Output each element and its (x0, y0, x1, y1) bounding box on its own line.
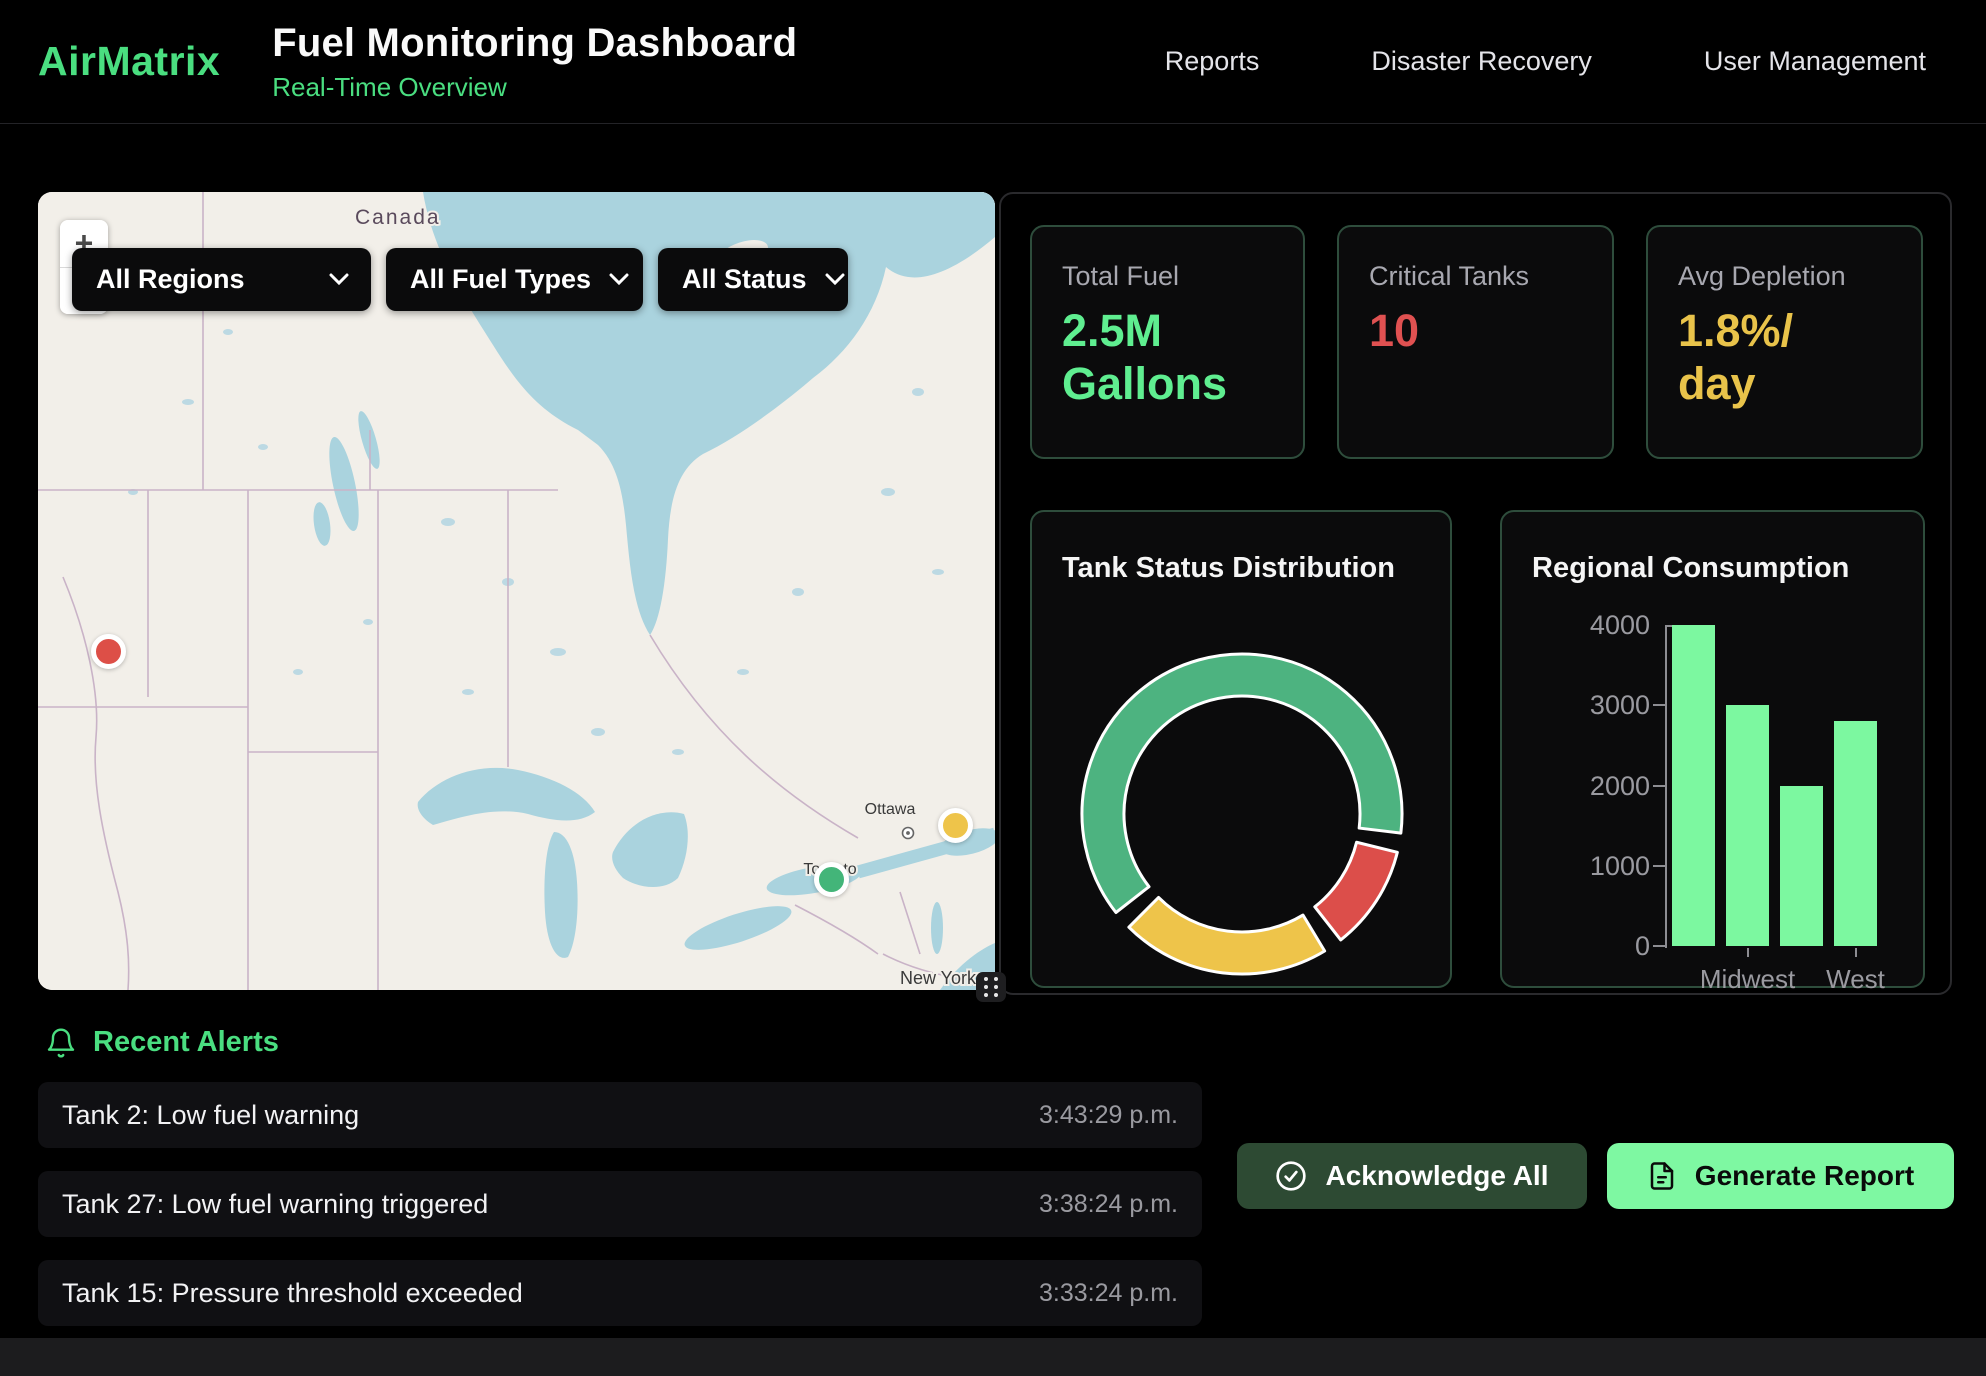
tank-map[interactable]: Canada Ottawa Toronto New York + − All R… (38, 192, 995, 990)
regional-consumption-card: Regional Consumption 01000200030004000Mi… (1500, 510, 1925, 988)
region-filter-value: All Regions (96, 264, 245, 295)
alerts-title: Recent Alerts (93, 1026, 279, 1059)
bar-region-2 (1726, 705, 1769, 946)
y-axis-line (1665, 625, 1667, 948)
page-subtitle: Real-Time Overview (272, 72, 797, 103)
map-label-newyork: New York (900, 968, 977, 988)
bar-region-4 (1834, 721, 1877, 946)
chevron-down-icon (329, 273, 349, 286)
stat-label: Total Fuel (1062, 261, 1273, 292)
stat-card-total-fuel: Total Fuel 2.5M Gallons (1030, 225, 1305, 459)
chevron-down-icon (825, 273, 845, 286)
x-tick-mark (1747, 948, 1749, 957)
map-resize-handle[interactable] (976, 972, 1006, 1002)
acknowledge-all-label: Acknowledge All (1325, 1160, 1548, 1192)
main-nav: Reports Disaster Recovery User Managemen… (1165, 46, 1926, 77)
x-tick-label: Midwest (1700, 964, 1795, 995)
title-block: Fuel Monitoring Dashboard Real-Time Over… (272, 21, 797, 103)
stat-label: Avg Depletion (1678, 261, 1891, 292)
donut-segment-warning (1129, 897, 1325, 974)
y-tick-label: 4000 (1510, 610, 1650, 641)
regional-consumption-bar-chart: 01000200030004000MidwestWest (1502, 512, 1927, 990)
region-filter-dropdown[interactable]: All Regions (72, 248, 371, 311)
alert-time: 3:33:24 p.m. (1039, 1279, 1178, 1308)
alert-row[interactable]: Tank 2: Low fuel warning 3:43:29 p.m. (38, 1082, 1202, 1148)
tank-marker-normal[interactable] (814, 862, 849, 897)
y-tick-mark (1653, 785, 1665, 787)
alert-time: 3:43:29 p.m. (1039, 1101, 1178, 1130)
stat-card-avg-depletion: Avg Depletion 1.8%/ day (1646, 225, 1923, 459)
nav-disaster-recovery[interactable]: Disaster Recovery (1371, 46, 1592, 77)
tank-marker-warning[interactable] (938, 808, 973, 843)
x-tick-mark (1855, 948, 1857, 957)
y-tick-mark (1653, 865, 1665, 867)
alert-time: 3:38:24 p.m. (1039, 1190, 1178, 1219)
check-circle-icon (1275, 1160, 1307, 1192)
nav-user-management[interactable]: User Management (1704, 46, 1926, 77)
acknowledge-all-button[interactable]: Acknowledge All (1237, 1143, 1587, 1209)
tank-status-donut-chart (1032, 512, 1454, 990)
donut-segment-critical (1315, 842, 1398, 940)
alerts-header: Recent Alerts (45, 1026, 279, 1059)
brand-logo: AirMatrix (38, 38, 220, 85)
alert-text: Tank 2: Low fuel warning (62, 1100, 359, 1131)
alert-text: Tank 27: Low fuel warning triggered (62, 1189, 488, 1220)
map-canvas: Canada Ottawa Toronto New York (38, 192, 995, 990)
chevron-down-icon (609, 273, 629, 286)
status-filter-value: All Status (682, 264, 807, 295)
bottom-bar (0, 1338, 1986, 1376)
fuel-monitoring-dashboard: AirMatrix Fuel Monitoring Dashboard Real… (0, 0, 1986, 1376)
bar-region-3 (1780, 786, 1823, 947)
alert-row[interactable]: Tank 27: Low fuel warning triggered 3:38… (38, 1171, 1202, 1237)
fuel-type-filter-dropdown[interactable]: All Fuel Types (386, 248, 643, 311)
map-label-ottawa: Ottawa (865, 801, 916, 818)
y-tick-label: 2000 (1510, 771, 1650, 802)
generate-report-button[interactable]: Generate Report (1607, 1143, 1954, 1209)
document-icon (1647, 1161, 1677, 1191)
tank-status-distribution-card: Tank Status Distribution (1030, 510, 1452, 988)
header: AirMatrix Fuel Monitoring Dashboard Real… (0, 0, 1986, 124)
x-tick-label: West (1826, 964, 1885, 995)
alert-text: Tank 15: Pressure threshold exceeded (62, 1278, 523, 1309)
nav-reports[interactable]: Reports (1165, 46, 1260, 77)
stat-value: 10 (1369, 304, 1582, 357)
stat-value: 2.5M Gallons (1062, 304, 1273, 410)
fuel-type-filter-value: All Fuel Types (410, 264, 591, 295)
map-filters: All Regions All Fuel Types All Status (72, 248, 848, 311)
page-title: Fuel Monitoring Dashboard (272, 21, 797, 66)
status-filter-dropdown[interactable]: All Status (658, 248, 848, 311)
alert-row[interactable]: Tank 15: Pressure threshold exceeded 3:3… (38, 1260, 1202, 1326)
tank-marker-critical[interactable] (91, 634, 126, 669)
y-tick-label: 0 (1510, 931, 1650, 962)
stat-card-critical-tanks: Critical Tanks 10 (1337, 225, 1614, 459)
stat-label: Critical Tanks (1369, 261, 1582, 292)
stat-value: 1.8%/ day (1678, 304, 1891, 410)
generate-report-label: Generate Report (1695, 1160, 1914, 1192)
map-label-canada: Canada (355, 206, 441, 229)
bar-region-1 (1672, 625, 1715, 946)
y-tick-label: 1000 (1510, 851, 1650, 882)
y-tick-label: 3000 (1510, 690, 1650, 721)
y-tick-mark (1653, 945, 1665, 947)
y-tick-mark (1653, 704, 1665, 706)
bell-icon (45, 1027, 77, 1059)
